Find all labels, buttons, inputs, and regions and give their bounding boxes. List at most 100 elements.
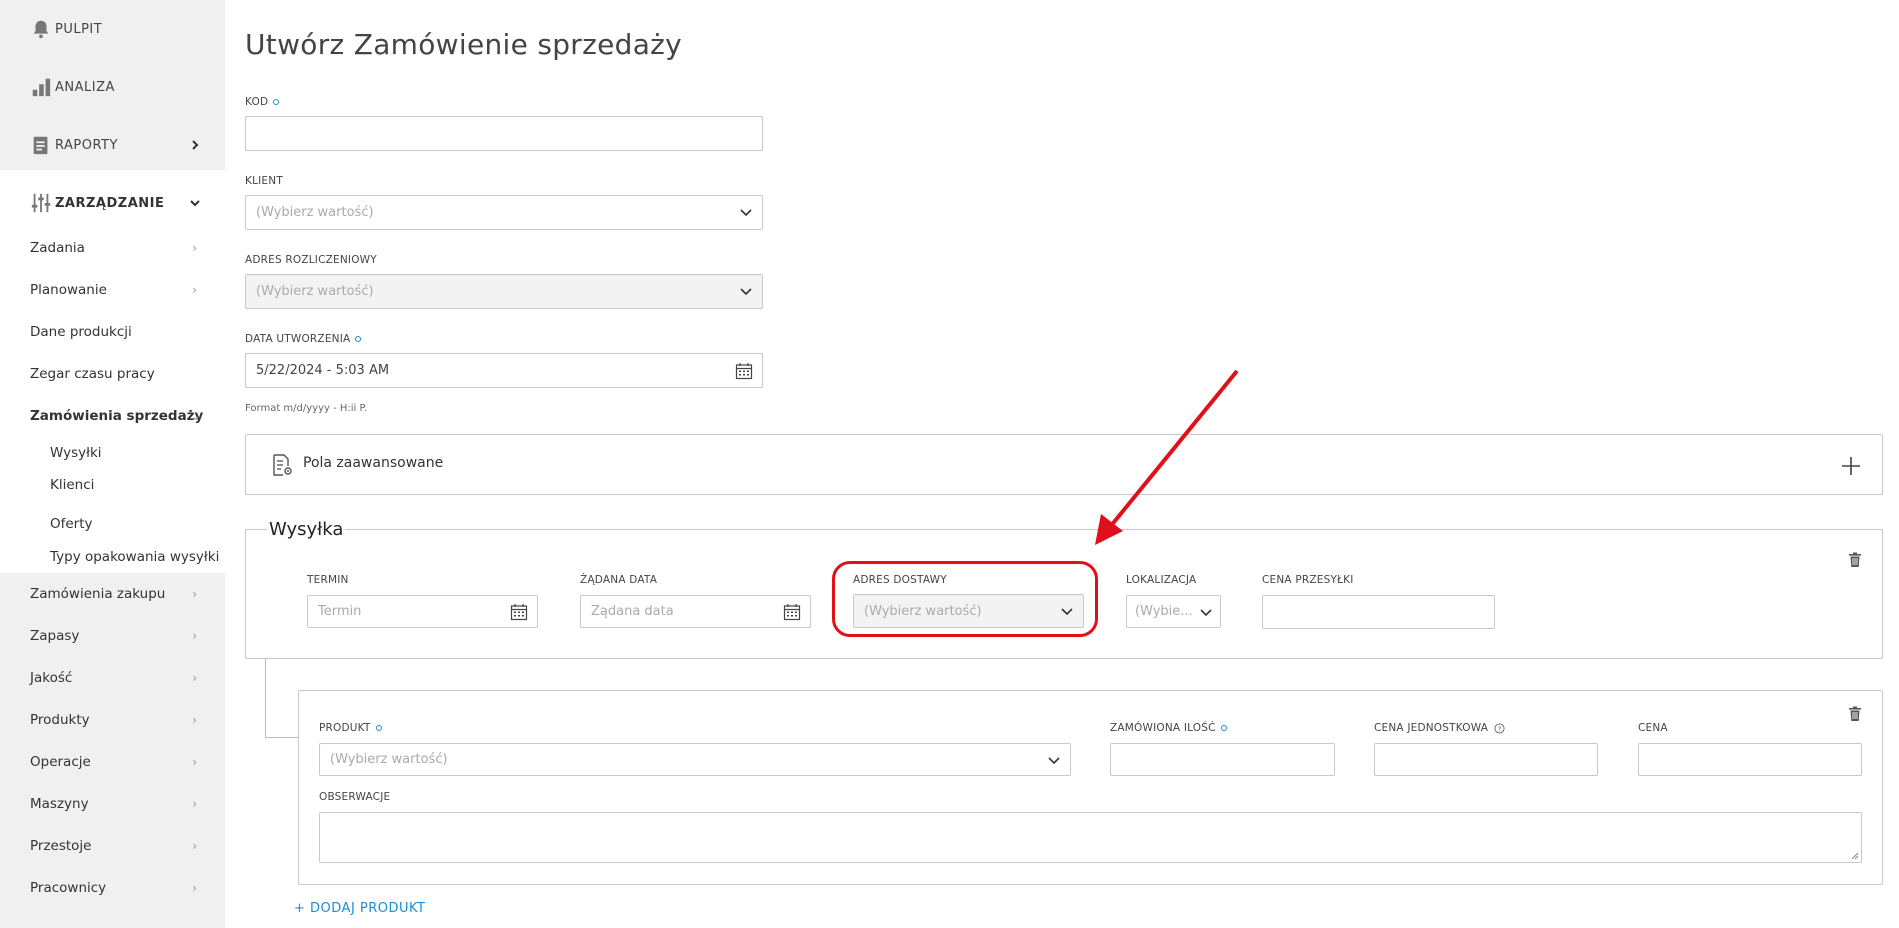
chevron-down-icon (740, 288, 752, 296)
sidebar-item-label: Maszyny (30, 796, 89, 812)
sidebar-item-zamowienia-sprzedazy[interactable]: Zamówienia sprzedaży ⌄ (0, 395, 225, 437)
klient-label: KLIENT (245, 175, 283, 187)
sidebar-item-label: Dane produkcji (30, 324, 132, 340)
sidebar-subitem-wysylki[interactable]: Wysyłki (0, 437, 225, 469)
termin-input[interactable]: Termin (307, 595, 538, 628)
obserwacje-textarea[interactable] (319, 812, 1862, 863)
chevron-right-icon: › (192, 839, 197, 853)
advanced-fields-panel[interactable]: Pola zaawansowane (245, 434, 1883, 495)
sidebar-item-produkty[interactable]: Produkty › (0, 699, 225, 741)
svg-text:?: ? (1497, 724, 1501, 733)
sidebar-item-zamowienia-zakupu[interactable]: Zamówienia zakupu › (0, 573, 225, 615)
sidebar-item-planowanie[interactable]: Planowanie › (0, 269, 225, 311)
sidebar-item-label: ANALIZA (55, 79, 115, 95)
termin-placeholder: Termin (318, 604, 362, 619)
chevron-right-icon: › (192, 629, 197, 643)
sidebar-item-zadania[interactable]: Zadania › (0, 227, 225, 269)
chevron-right-icon: › (192, 713, 197, 727)
required-indicator (375, 725, 382, 731)
cena-label: CENA (1638, 722, 1668, 734)
kod-input[interactable] (245, 116, 763, 151)
chevron-right-icon: › (192, 241, 197, 255)
chevron-down-icon: ⌄ (191, 409, 202, 423)
bell-icon (33, 20, 49, 39)
zamowiona-ilosc-label: ZAMÓWIONA ILOŚĆ (1110, 722, 1227, 734)
sidebar-subitem-label: Oferty (50, 516, 93, 532)
annotation-highlight (832, 561, 1098, 637)
sidebar-item-dane-produkcji[interactable]: Dane produkcji (0, 311, 225, 353)
chevron-right-icon (192, 140, 199, 150)
sidebar-subitem-klienci[interactable]: Klienci (0, 469, 225, 501)
sidebar-item-label: Zamówienia zakupu (30, 586, 166, 602)
sidebar-subitem-oferty[interactable]: Oferty (0, 508, 225, 540)
sidebar-item-label: Jakość (30, 670, 73, 686)
chevron-right-icon: › (192, 797, 197, 811)
calendar-icon[interactable] (510, 603, 528, 621)
required-indicator (355, 336, 362, 342)
sidebar-item-analiza[interactable]: ANALIZA (0, 58, 225, 116)
calendar-icon[interactable] (735, 362, 753, 380)
cena-input[interactable] (1638, 743, 1862, 776)
zadana-data-input[interactable]: Żądana data (580, 595, 811, 628)
chevron-right-icon: › (192, 283, 197, 297)
sidebar-item-pulpit[interactable]: PULPIT (0, 0, 225, 58)
plus-icon[interactable] (1840, 455, 1862, 477)
sidebar-item-maszyny[interactable]: Maszyny › (0, 783, 225, 825)
sidebar-subitem-label: Typy opakowania wysyłki (50, 549, 220, 565)
chevron-down-icon (1048, 757, 1060, 765)
cena-przesylki-input[interactable] (1262, 595, 1495, 629)
sidebar-item-label: Zegar czasu pracy (30, 366, 155, 382)
adres-rozliczeniowy-label: ADRES ROZLICZENIOWY (245, 254, 377, 266)
sidebar-item-label: Zadania (30, 240, 85, 256)
chevron-right-icon: › (192, 881, 197, 895)
date-format-hint: Format m/d/yyyy - H:ii P. (245, 403, 368, 414)
kod-label: KOD (245, 96, 280, 108)
adres-rozliczeniowy-select[interactable]: (Wybierz wartość) (245, 274, 763, 309)
produkt-label: PRODUKT (319, 722, 382, 734)
zadana-data-label: ŻĄDANA DATA (580, 574, 658, 586)
obserwacje-label: OBSERWACJE (319, 791, 391, 803)
lokalizacja-placeholder: (Wybie... (1135, 604, 1193, 619)
data-utworzenia-value: 5/22/2024 - 5:03 AM (256, 363, 390, 378)
chevron-down-icon (740, 209, 752, 217)
sidebar-item-label: Planowanie (30, 282, 107, 298)
sidebar-item-przestoje[interactable]: Przestoje › (0, 825, 225, 867)
lokalizacja-select[interactable]: (Wybie... (1126, 595, 1221, 628)
sidebar-item-jakosc[interactable]: Jakość › (0, 657, 225, 699)
sidebar-item-operacje[interactable]: Operacje › (0, 741, 225, 783)
sidebar-item-label: Operacje (30, 754, 91, 770)
sidebar-item-label: Produkty (30, 712, 90, 728)
advanced-fields-label: Pola zaawansowane (303, 455, 444, 471)
trash-icon[interactable] (1848, 706, 1862, 722)
sidebar-item-zarzadzanie[interactable]: ZARZĄDZANIE (0, 174, 225, 232)
sidebar-item-label: RAPORTY (55, 137, 118, 153)
adres-placeholder: (Wybierz wartość) (256, 284, 374, 299)
termin-label: TERMIN (307, 574, 349, 586)
data-utworzenia-input[interactable]: 5/22/2024 - 5:03 AM (245, 353, 763, 388)
produkt-placeholder: (Wybierz wartość) (330, 752, 448, 767)
calendar-icon[interactable] (783, 603, 801, 621)
add-product-button[interactable]: + DODAJ PRODUKT (294, 901, 426, 916)
data-utworzenia-label: DATA UTWORZENIA (245, 333, 362, 345)
tree-connector-vertical (265, 659, 266, 738)
sidebar-item-pracownicy[interactable]: Pracownicy › (0, 867, 225, 909)
sidebar-subitem-typy-opakowania[interactable]: Typy opakowania wysyłki (0, 541, 225, 573)
sidebar-item-label: ZARZĄDZANIE (55, 195, 165, 211)
sidebar-item-zapasy[interactable]: Zapasy › (0, 615, 225, 657)
chevron-right-icon: › (192, 671, 197, 685)
cena-jednostkowa-input[interactable] (1374, 743, 1598, 776)
klient-select[interactable]: (Wybierz wartość) (245, 195, 763, 230)
sidebar-item-label: Przestoje (30, 838, 92, 854)
chevron-down-icon (1200, 609, 1212, 617)
produkt-select[interactable]: (Wybierz wartość) (319, 743, 1071, 776)
resize-handle-icon[interactable] (1851, 852, 1859, 860)
lokalizacja-label: LOKALIZACJA (1126, 574, 1197, 586)
zamowiona-ilosc-input[interactable] (1110, 743, 1335, 776)
klient-placeholder: (Wybierz wartość) (256, 205, 374, 220)
sidebar-item-raporty[interactable]: RAPORTY (0, 116, 225, 174)
trash-icon[interactable] (1848, 552, 1862, 568)
sidebar-item-label: Zapasy (30, 628, 80, 644)
report-icon (33, 136, 48, 155)
sidebar-item-zegar-czasu-pracy[interactable]: Zegar czasu pracy (0, 353, 225, 395)
help-icon[interactable]: ? (1494, 722, 1505, 734)
